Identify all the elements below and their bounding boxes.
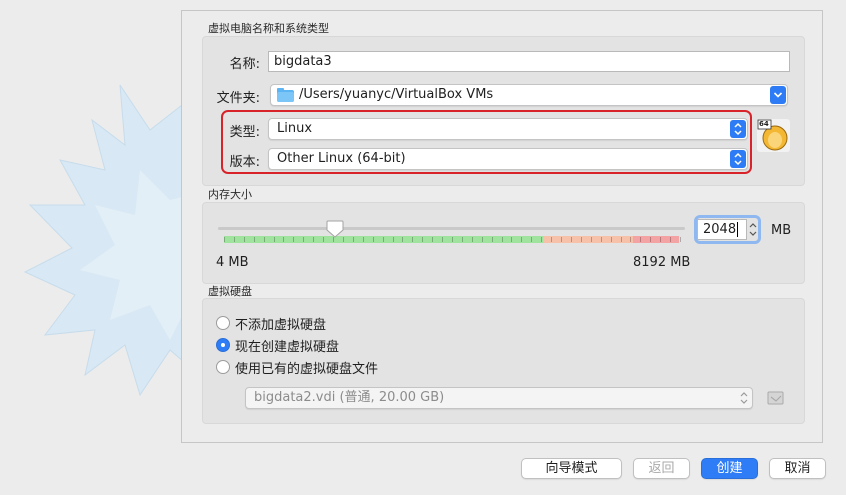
slider-tick bbox=[472, 237, 473, 242]
up-down-arrows-icon bbox=[730, 150, 746, 168]
guided-mode-button[interactable]: 向导模式 bbox=[521, 458, 622, 479]
radio-no-disk[interactable] bbox=[216, 316, 230, 330]
slider-tick bbox=[502, 237, 503, 242]
up-down-arrows-icon bbox=[740, 392, 748, 404]
radio-existing-disk-label: 使用已有的虚拟硬盘文件 bbox=[235, 362, 379, 377]
slider-tick bbox=[670, 237, 671, 242]
memory-slider-ticks bbox=[224, 236, 681, 243]
slider-tick bbox=[630, 237, 631, 242]
radio-create-disk-label: 现在创建虚拟硬盘 bbox=[235, 340, 340, 355]
slider-tick bbox=[561, 237, 562, 242]
memory-slider-thumb[interactable] bbox=[326, 220, 344, 238]
type-value: Linux bbox=[277, 121, 313, 136]
slider-tick bbox=[383, 237, 384, 242]
memory-unit: MB bbox=[771, 223, 792, 238]
slider-tick bbox=[621, 237, 622, 242]
slider-tick bbox=[432, 237, 433, 242]
slider-tick bbox=[303, 237, 304, 242]
text-caret bbox=[737, 222, 739, 237]
os-badge-64: 64 bbox=[759, 120, 769, 128]
slider-tick bbox=[264, 237, 265, 242]
chevron-down-icon bbox=[770, 86, 786, 104]
slider-tick bbox=[482, 237, 483, 242]
slider-tick bbox=[224, 237, 225, 242]
folder-value: /Users/yuanyc/VirtualBox VMs bbox=[299, 87, 494, 102]
memory-min-label: 4 MB bbox=[216, 255, 249, 270]
slider-tick bbox=[353, 237, 354, 242]
folder-label: 文件夹: bbox=[216, 91, 260, 106]
slider-tick bbox=[640, 237, 641, 242]
up-down-arrows-icon bbox=[730, 120, 746, 138]
slider-tick bbox=[234, 237, 235, 242]
memory-group-title: 内存大小 bbox=[208, 188, 252, 201]
slider-tick bbox=[422, 237, 423, 242]
memory-input[interactable]: 2048 bbox=[697, 219, 747, 240]
slider-tick bbox=[244, 237, 245, 242]
slider-tick bbox=[313, 237, 314, 242]
version-label: 版本: bbox=[229, 155, 260, 170]
slider-tick bbox=[442, 237, 443, 242]
slider-tick bbox=[581, 237, 582, 242]
slider-tick bbox=[412, 237, 413, 242]
disk-group-title: 虚拟硬盘 bbox=[208, 285, 252, 298]
slider-tick bbox=[393, 237, 394, 242]
slider-tick bbox=[591, 237, 592, 242]
existing-disk-value: bigdata2.vdi (普通, 20.00 GB) bbox=[254, 390, 445, 405]
cancel-button[interactable]: 取消 bbox=[769, 458, 826, 479]
folder-select[interactable]: /Users/yuanyc/VirtualBox VMs bbox=[270, 84, 788, 106]
radio-no-disk-label: 不添加虚拟硬盘 bbox=[235, 318, 327, 333]
slider-tick bbox=[283, 237, 284, 242]
slider-tick bbox=[611, 237, 612, 242]
memory-max-label: 8192 MB bbox=[633, 255, 691, 270]
slider-tick bbox=[363, 237, 364, 242]
choose-disk-file-button[interactable] bbox=[767, 389, 785, 406]
existing-disk-select[interactable]: bigdata2.vdi (普通, 20.00 GB) bbox=[245, 387, 753, 409]
memory-stepper[interactable] bbox=[747, 219, 759, 240]
name-field[interactable]: bigdata3 bbox=[268, 51, 790, 72]
type-label: 类型: bbox=[229, 125, 260, 140]
folder-open-icon bbox=[767, 391, 784, 405]
slider-tick bbox=[452, 237, 453, 242]
slider-tick bbox=[511, 237, 512, 242]
back-button[interactable]: 返回 bbox=[633, 458, 690, 479]
slider-tick bbox=[462, 237, 463, 242]
radio-existing-disk[interactable] bbox=[216, 360, 230, 374]
slider-tick bbox=[551, 237, 552, 242]
slider-tick bbox=[373, 237, 374, 242]
name-label: 名称: bbox=[229, 57, 260, 72]
version-value: Other Linux (64-bit) bbox=[277, 151, 406, 166]
slider-tick bbox=[254, 237, 255, 242]
version-select[interactable]: Other Linux (64-bit) bbox=[268, 148, 748, 170]
slider-tick bbox=[402, 237, 403, 242]
slider-tick bbox=[571, 237, 572, 242]
slider-tick bbox=[541, 237, 542, 242]
slider-tick bbox=[680, 237, 681, 242]
radio-create-disk[interactable] bbox=[216, 338, 230, 352]
slider-tick bbox=[492, 237, 493, 242]
memory-slider-track[interactable] bbox=[218, 227, 685, 230]
folder-icon bbox=[277, 88, 294, 102]
slider-tick bbox=[521, 237, 522, 242]
slider-tick bbox=[601, 237, 602, 242]
slider-tick bbox=[531, 237, 532, 242]
create-button[interactable]: 创建 bbox=[701, 458, 758, 479]
type-select[interactable]: Linux bbox=[268, 118, 748, 140]
name-type-group-title: 虚拟电脑名称和系统类型 bbox=[208, 22, 329, 35]
linux-penguin-icon: 64 bbox=[757, 119, 790, 152]
slider-tick bbox=[293, 237, 294, 242]
slider-tick bbox=[323, 237, 324, 242]
slider-tick bbox=[660, 237, 661, 242]
slider-tick bbox=[650, 237, 651, 242]
slider-tick bbox=[274, 237, 275, 242]
